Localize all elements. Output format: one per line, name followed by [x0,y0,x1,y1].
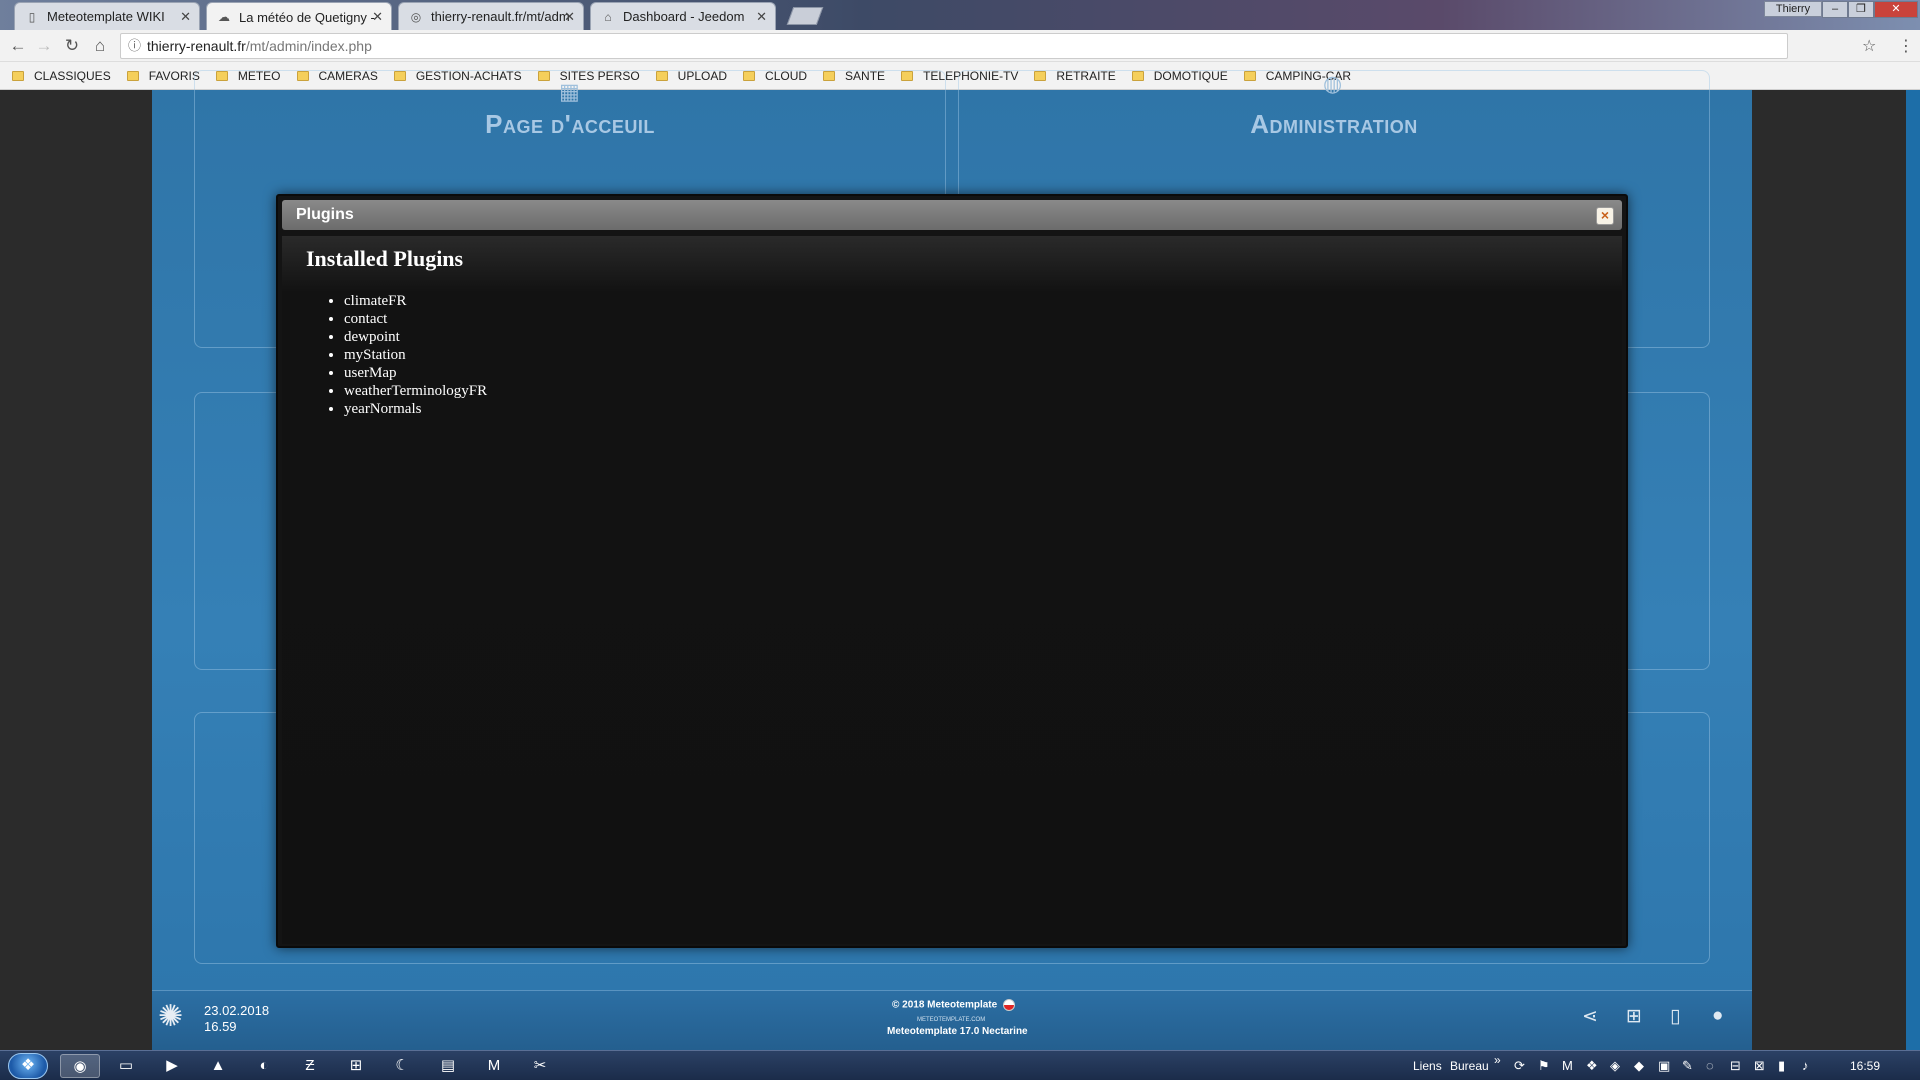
list-item: yearNormals [344,400,487,418]
tab-meteo-quetigny[interactable]: ☁ La météo de Quetigny - ✕ [206,2,392,31]
folder-icon [126,70,139,81]
list-item: dewpoint [344,328,487,346]
dropbox-icon[interactable]: ❖ [1586,1058,1598,1074]
chevron-right-icon[interactable]: » [1494,1053,1501,1067]
bookmark-folder-favoris[interactable]: FAVORIS [126,69,200,83]
media-player-icon[interactable]: ▶ [152,1054,192,1078]
footer-date: 23.02.2018 [204,1003,270,1018]
tab-label: thierry-renault.fr/mt/adm [431,9,570,24]
menu-dots-icon[interactable]: ⋮ [1898,36,1914,56]
share-icon[interactable]: ⋖ [1582,1005,1598,1028]
url-path: /mt/admin/index.php [245,38,372,54]
tv-icon[interactable]: ▤ [428,1054,468,1078]
shield-icon[interactable]: ◈ [1610,1058,1620,1074]
bookmark-star-icon[interactable]: ☆ [1862,36,1876,56]
update-icon[interactable]: ◌ [1706,1058,1714,1073]
modal-header[interactable]: Plugins × [282,200,1622,230]
mail-icon[interactable]: M [474,1054,514,1078]
tab-label: Meteotemplate WIKI [47,9,165,24]
windows-icon[interactable]: ⊟ [1730,1058,1741,1074]
sync-icon[interactable]: ⟳ [1514,1058,1525,1074]
plugins-modal: Plugins × Installed Plugins climateFR co… [276,194,1628,948]
close-icon[interactable]: ✕ [372,9,383,25]
desktop-toolbar[interactable]: Bureau [1450,1059,1489,1073]
reload-icon[interactable]: ↻ [62,36,82,56]
links-toolbar[interactable]: Liens [1413,1059,1442,1073]
chrome-icon[interactable]: ◉ [60,1054,100,1078]
footer-version: Meteotemplate 17.0 Nectarine [887,1026,1028,1037]
footer-site-link[interactable]: METEOTEMPLATE.COM [917,1017,985,1023]
grid-icon: ▦ [559,79,580,104]
tab-jeedom-dashboard[interactable]: ⌂ Dashboard - Jeedom ✕ [590,2,776,30]
site-footer: ✺ 23.02.2018 16.59 © 2018 Meteotemplate … [152,990,1752,1050]
globe-icon: ◎ [410,9,422,24]
tab-label: La météo de Quetigny - [239,9,375,25]
window-close-button[interactable]: ✕ [1874,1,1918,18]
page-right-edge [1906,90,1920,1050]
close-icon[interactable]: ✕ [180,9,191,25]
network-icon[interactable]: ⊞ [336,1054,376,1078]
list-item: climateFR [344,292,487,310]
app-icon[interactable]: ◐ [244,1054,284,1078]
home-icon[interactable]: ⌂ [90,36,110,56]
back-arrow-icon[interactable]: ← [8,36,28,56]
browser-toolbar: ← → ↻ ⌂ ⓘ thierry-renault.fr/mt/admin/in… [0,30,1920,62]
sitemap-icon[interactable]: ⊞ [1626,1005,1642,1028]
sun-icon: ✺ [158,1000,184,1033]
user-icon[interactable]: ● [1712,1005,1723,1027]
tab-admin-url[interactable]: ◎ thierry-renault.fr/mt/adm ✕ [398,2,584,30]
tab-label: Dashboard - Jeedom [623,9,745,24]
list-item: myStation [344,346,487,364]
display-icon[interactable]: ▣ [1658,1058,1670,1074]
pdf-icon[interactable]: ⚑ [1538,1058,1550,1074]
installed-plugins-heading: Installed Plugins [306,246,464,271]
settings-icon: ◍ [1323,71,1343,96]
modal-close-button[interactable]: × [1596,207,1614,225]
modal-body: Installed Plugins climateFR contact dewp… [282,236,1622,944]
weather-icon: ☁ [218,10,230,24]
list-item: weatherTerminologyFR [344,382,487,400]
network-tray-icon[interactable]: ⊠ [1754,1058,1765,1074]
flag-icon [1003,999,1016,1011]
mail-tray-icon[interactable]: M [1562,1058,1573,1073]
vlc-icon[interactable]: ▲ [198,1054,238,1078]
browser-tab-bar: ▯ Meteotemplate WIKI ✕ ☁ La météo de Que… [0,0,1920,31]
tool-tray-icon[interactable]: ✎ [1682,1058,1693,1074]
footer-copyright: © 2018 Meteotemplate [892,999,1016,1011]
forward-arrow-icon[interactable]: → [34,36,54,56]
battery-icon[interactable]: ▮ [1778,1058,1785,1074]
file-explorer-icon[interactable]: ▭ [106,1054,146,1078]
windows-taskbar: ❖ ◉ ▭ ▶ ▲ ◐ Ƶ ⊞ ☾ ▤ M ✂ Liens Bureau » ⟳… [0,1050,1920,1080]
browser-icon[interactable]: ☾ [382,1054,422,1078]
tool-icon[interactable]: ✂ [520,1054,560,1078]
footer-time: 16.59 [204,1019,237,1034]
new-tab-button[interactable] [786,7,824,25]
list-item: userMap [344,364,487,382]
tray-app-icon[interactable]: ◆ [1634,1058,1644,1074]
plugin-list: climateFR contact dewpoint myStation use… [344,292,487,418]
volume-icon[interactable]: ♪ [1802,1058,1809,1073]
minimize-button[interactable]: – [1822,1,1848,18]
panel-home-title: Page d'acceuil [485,109,655,139]
folder-icon [12,70,24,81]
mobile-icon[interactable]: ▯ [1670,1005,1680,1028]
modal-title: Plugins [296,206,354,223]
panel-admin-title: Administration [1250,109,1418,139]
info-icon[interactable]: ⓘ [128,34,141,58]
list-item: contact [344,310,487,328]
start-button[interactable]: ❖ [8,1053,48,1079]
taskbar-clock[interactable]: 16:59 [1850,1059,1880,1073]
tab-meteotemplate-wiki[interactable]: ▯ Meteotemplate WIKI ✕ [14,2,200,30]
url-host: thierry-renault.fr [147,38,246,54]
close-icon[interactable]: ✕ [756,9,767,25]
home-icon: ⌂ [604,9,612,24]
filezilla-icon[interactable]: Ƶ [290,1054,330,1078]
window-user-badge: Thierry [1764,1,1822,17]
bookmark-folder-classiques[interactable]: CLASSIQUES [12,69,111,83]
maximize-button[interactable]: ❐ [1848,1,1874,18]
page-icon: ▯ [28,9,36,24]
address-bar[interactable]: ⓘ thierry-renault.fr/mt/admin/index.php [120,33,1788,59]
close-icon[interactable]: ✕ [564,9,575,25]
